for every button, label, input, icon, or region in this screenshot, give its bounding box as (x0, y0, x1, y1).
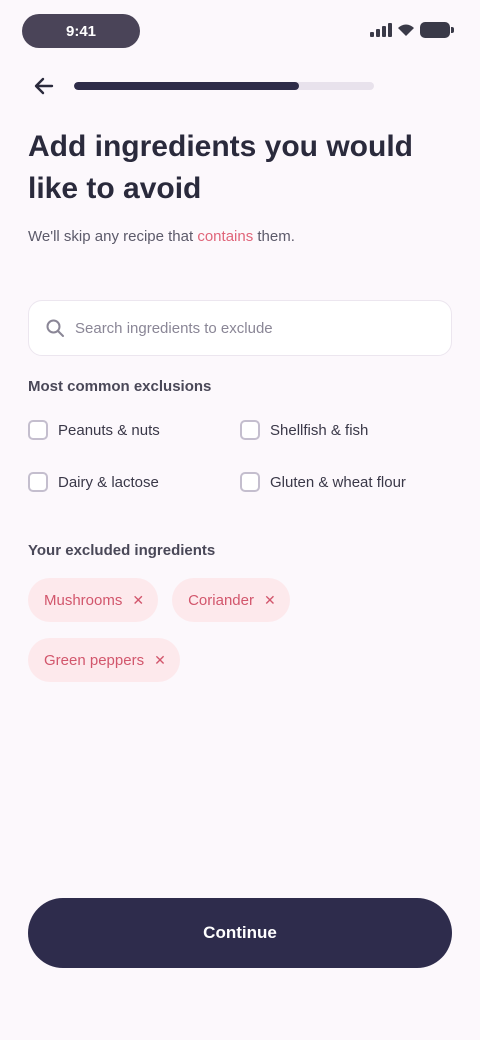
search-box[interactable] (28, 300, 452, 356)
wifi-icon (398, 24, 414, 36)
page-title: Add ingredients you would like to avoid (28, 130, 413, 205)
option-item[interactable]: Gluten & wheat flour (240, 470, 452, 494)
selected-chip[interactable]: Green peppers ✕ (28, 638, 180, 682)
option-item[interactable]: Peanuts & nuts (28, 418, 228, 442)
search-input[interactable] (75, 319, 435, 337)
close-icon[interactable]: ✕ (264, 593, 276, 607)
option-label: Peanuts & nuts (58, 421, 160, 439)
status-icons (370, 22, 454, 38)
page-subtitle: We'll skip any recipe that contains them… (28, 226, 452, 248)
continue-button[interactable]: Continue (28, 898, 452, 968)
progress-fill (74, 82, 299, 90)
checkbox[interactable] (28, 472, 48, 492)
subtitle-accent: contains (197, 228, 254, 245)
close-icon[interactable]: ✕ (154, 653, 166, 667)
checkbox[interactable] (240, 420, 260, 440)
header (28, 70, 452, 102)
chip-label: Coriander (188, 591, 254, 609)
popular-section-label: Most common exclusions (28, 378, 212, 395)
arrow-left-icon (34, 77, 54, 95)
selected-section-label: Your excluded ingredients (28, 542, 216, 559)
option-label: Shellfish & fish (270, 421, 369, 439)
subtitle-text: We'll skip any recipe that (28, 228, 198, 245)
battery-icon (420, 22, 454, 38)
selected-chip[interactable]: Coriander ✕ (172, 578, 290, 622)
chip-label: Green peppers (44, 651, 145, 669)
status-time: 9:41 (22, 14, 140, 48)
checkbox[interactable] (28, 420, 48, 440)
option-item[interactable]: Dairy & lactose (28, 470, 228, 494)
subtitle-text-end: them. (253, 228, 295, 245)
status-bar: 9:41 (0, 0, 480, 60)
popular-options: Peanuts & nuts Shellfish & fish Dairy & … (28, 418, 452, 494)
signal-icon (370, 23, 392, 37)
back-button[interactable] (28, 70, 60, 102)
progress-bar (74, 82, 374, 90)
selected-chips: Mushrooms ✕ Coriander ✕ Green peppers ✕ (28, 578, 452, 682)
close-icon[interactable]: ✕ (132, 593, 144, 607)
option-label: Gluten & wheat flour (270, 473, 406, 491)
option-item[interactable]: Shellfish & fish (240, 418, 452, 442)
option-label: Dairy & lactose (58, 473, 159, 491)
checkbox[interactable] (240, 472, 260, 492)
search-icon (46, 319, 64, 337)
selected-chip[interactable]: Mushrooms ✕ (28, 578, 159, 622)
chip-label: Mushrooms (44, 591, 123, 609)
